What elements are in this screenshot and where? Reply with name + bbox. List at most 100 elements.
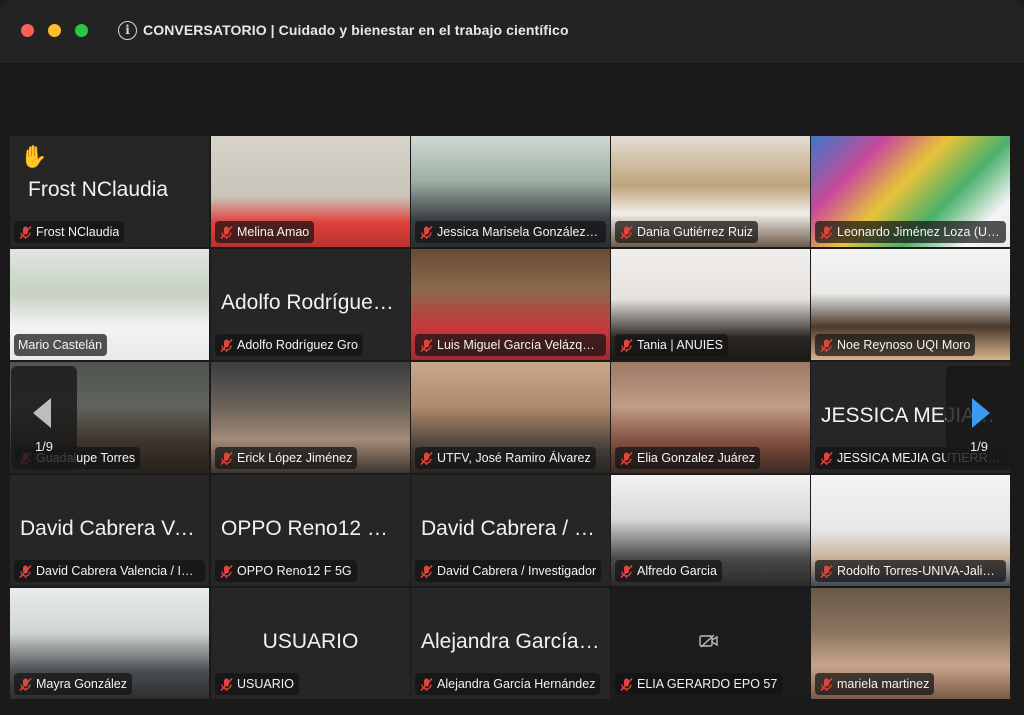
- participant-tile-frost-nclaudia[interactable]: Frost NClaudia ✋ Frost NClaudia: [10, 136, 209, 247]
- participant-name-label: ELIA GERARDO EPO 57: [615, 673, 783, 695]
- participant-display-name: USUARIO: [262, 630, 359, 653]
- participant-name-label: David Cabrera / Investigador: [415, 560, 602, 582]
- participant-tile-melina-amao[interactable]: Melina Amao: [211, 136, 410, 247]
- participant-name-label: Alfredo Garcia: [615, 560, 722, 582]
- meeting-title: CONVERSATORIO | Cuidado y bienestar en e…: [143, 22, 569, 38]
- next-page-button[interactable]: 1/9: [946, 366, 1012, 470]
- participant-tile-jessica-marisela-gonzalez-torres[interactable]: Jessica Marisela González Torres: [411, 136, 610, 247]
- microphone-muted-icon: [19, 564, 32, 578]
- participant-tile-oppo-reno12-f-5g[interactable]: OPPO Reno12 F 5G OPPO Reno12 F 5G: [211, 475, 410, 586]
- participant-tile-rodolfo-torres-univa-jalisco[interactable]: Rodolfo Torres-UNIVA-Jalisco: [811, 475, 1010, 586]
- participant-name-label: UTFV, José Ramiro Álvarez: [415, 447, 596, 469]
- participant-name-label: Mario Castelán: [14, 334, 108, 356]
- participant-tile-tania-anuies[interactable]: Tania | ANUIES: [611, 249, 810, 360]
- participant-name: USUARIO: [237, 677, 294, 691]
- microphone-muted-icon: [420, 451, 433, 465]
- participant-name-label: USUARIO: [215, 673, 299, 695]
- participant-name: Mario Castelán: [18, 338, 103, 352]
- participant-tile-dania-gutierrez-ruiz[interactable]: Dania Gutiérrez Ruiz: [611, 136, 810, 247]
- page-indicator: 1/9: [34, 439, 54, 454]
- participant-name-label: Erick López Jiménez: [215, 447, 358, 469]
- participant-tile-leonardo-jimenez-loza-univa[interactable]: Leonardo Jiménez Loza (UNIVA): [811, 136, 1010, 247]
- participant-tile-alejandra-garcia-hernandez[interactable]: Alejandra García Hernández Alejandra Garc…: [411, 588, 610, 699]
- previous-page-button[interactable]: 1/9: [11, 366, 77, 470]
- participant-display-name: David Cabrera / Investigador: [421, 517, 610, 540]
- participant-name-label: mariela martinez: [815, 673, 935, 695]
- participant-name-label: Adolfo Rodríguez Gro: [215, 334, 363, 356]
- participant-tile-david-cabrera-investigador[interactable]: David Cabrera / Investigador David Cabrer…: [411, 475, 610, 586]
- participant-name-label: Alejandra García Hernández: [415, 673, 601, 695]
- microphone-muted-icon: [420, 677, 433, 691]
- participant-display-name: Alejandra García Hernández: [421, 630, 610, 653]
- participant-name-label: Frost NClaudia: [14, 221, 125, 243]
- participant-name-label: Leonardo Jiménez Loza (UNIVA): [815, 221, 1006, 243]
- participant-name-label: Luis Miguel García Velázquez: [415, 334, 606, 356]
- participant-tile-usuario[interactable]: USUARIO USUARIO: [211, 588, 410, 699]
- participant-name-label: OPPO Reno12 F 5G: [215, 560, 357, 582]
- participant-name: Adolfo Rodríguez Gro: [237, 338, 358, 352]
- participant-name: mariela martinez: [837, 677, 930, 691]
- participant-name: Jessica Marisela González Torres: [437, 225, 601, 239]
- participant-name-label: Melina Amao: [215, 221, 315, 243]
- microphone-muted-icon: [19, 225, 32, 239]
- participant-tile-alfredo-garcia[interactable]: Alfredo Garcia: [611, 475, 810, 586]
- participant-name: Melina Amao: [237, 225, 310, 239]
- microphone-muted-icon: [820, 564, 833, 578]
- microphone-muted-icon: [220, 225, 233, 239]
- participant-tile-luis-miguel-garcia-velazquez[interactable]: Luis Miguel García Velázquez: [411, 249, 610, 360]
- microphone-muted-icon: [220, 564, 233, 578]
- microphone-muted-icon: [620, 677, 633, 691]
- meeting-info-icon[interactable]: i: [118, 21, 137, 40]
- participant-name: Alfredo Garcia: [637, 564, 717, 578]
- microphone-muted-icon: [620, 338, 633, 352]
- participant-name: Alejandra García Hernández: [437, 677, 596, 691]
- participant-name: Erick López Jiménez: [237, 451, 353, 465]
- participant-name: Luis Miguel García Velázquez: [437, 338, 601, 352]
- participant-name: OPPO Reno12 F 5G: [237, 564, 352, 578]
- participant-name-label: Rodolfo Torres-UNIVA-Jalisco: [815, 560, 1006, 582]
- participant-name: Leonardo Jiménez Loza (UNIVA): [837, 225, 1001, 239]
- participant-name-label: David Cabrera Valencia / Investigador: [14, 560, 205, 582]
- maximize-window-button[interactable]: [75, 24, 88, 37]
- microphone-muted-icon: [820, 451, 833, 465]
- participant-display-name: Adolfo Rodríguez Gro: [221, 291, 410, 314]
- participant-tile-david-cabrera-valencia-investigador[interactable]: David Cabrera Valencia / Investigador Dav…: [10, 475, 209, 586]
- participant-tile-elia-gonzalez-juarez[interactable]: Elia Gonzalez Juárez: [611, 362, 810, 473]
- participant-display-name: OPPO Reno12 F 5G: [221, 517, 410, 540]
- camera-off-icon: [699, 634, 718, 648]
- microphone-muted-icon: [220, 451, 233, 465]
- microphone-muted-icon: [820, 225, 833, 239]
- minimize-window-button[interactable]: [48, 24, 61, 37]
- microphone-muted-icon: [220, 677, 233, 691]
- gallery-grid: Frost NClaudia ✋ Frost NClaudia Melina Amao…: [10, 136, 1011, 699]
- participant-name: Frost NClaudia: [36, 225, 120, 239]
- microphone-muted-icon: [19, 677, 32, 691]
- close-window-button[interactable]: [21, 24, 34, 37]
- arrow-right-icon: [972, 398, 990, 428]
- participant-name: Noe Reynoso UQI Moro: [837, 338, 971, 352]
- participant-tile-erick-lopez-jimenez[interactable]: Erick López Jiménez: [211, 362, 410, 473]
- participant-tile-mayra-gonzalez[interactable]: Mayra González: [10, 588, 209, 699]
- participant-tile-elia-gerardo-epo-57[interactable]: ELIA GERARDO EPO 57: [611, 588, 810, 699]
- participant-name-label: Jessica Marisela González Torres: [415, 221, 606, 243]
- participant-tile-mariela-martinez[interactable]: mariela martinez: [811, 588, 1010, 699]
- participant-display-name: David Cabrera Valencia / Investigador: [20, 517, 209, 540]
- participant-tile-noe-reynoso-uqi-moro[interactable]: Noe Reynoso UQI Moro: [811, 249, 1010, 360]
- participant-name: ELIA GERARDO EPO 57: [637, 677, 778, 691]
- microphone-muted-icon: [420, 225, 433, 239]
- participant-tile-mario-castelan[interactable]: Mario Castelán: [10, 249, 209, 360]
- participant-display-name: Frost NClaudia: [28, 178, 169, 201]
- participant-name: Tania | ANUIES: [637, 338, 723, 352]
- participant-name-label: Dania Gutiérrez Ruiz: [615, 221, 759, 243]
- participant-tile-adolfo-rodriguez-gro[interactable]: Adolfo Rodríguez Gro Adolfo Rodríguez Gro: [211, 249, 410, 360]
- microphone-muted-icon: [820, 338, 833, 352]
- participant-tile-utfv-jose-ramiro-alvarez[interactable]: UTFV, José Ramiro Álvarez: [411, 362, 610, 473]
- participant-name: Rodolfo Torres-UNIVA-Jalisco: [837, 564, 1001, 578]
- microphone-muted-icon: [220, 338, 233, 352]
- participant-name: Dania Gutiérrez Ruiz: [637, 225, 754, 239]
- microphone-muted-icon: [620, 451, 633, 465]
- microphone-muted-icon: [620, 564, 633, 578]
- participant-name: Elia Gonzalez Juárez: [637, 451, 756, 465]
- zoom-window: i CONVERSATORIO | Cuidado y bienestar en…: [0, 0, 1024, 715]
- participant-name: Mayra González: [36, 677, 128, 691]
